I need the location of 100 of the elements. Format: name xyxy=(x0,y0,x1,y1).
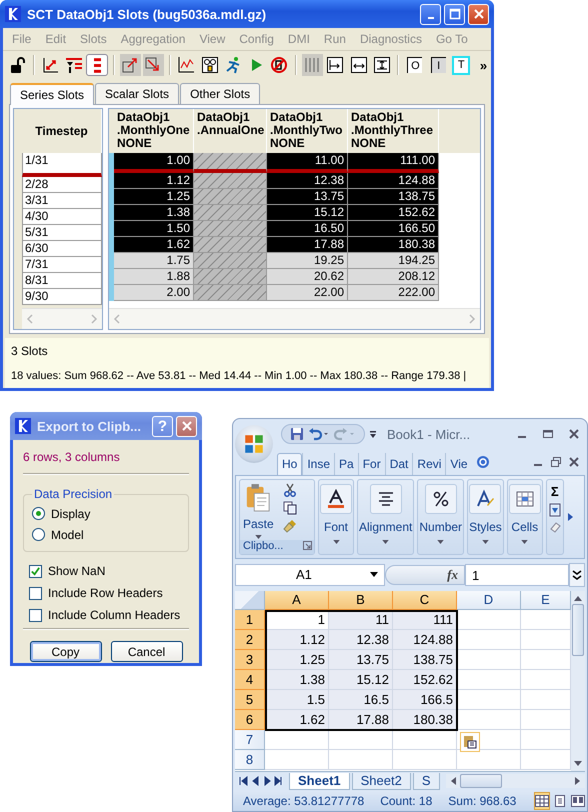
checkbox-option[interactable]: Include Row Headers xyxy=(29,582,189,604)
letter-button[interactable]: T xyxy=(450,54,472,76)
table-cell[interactable]: 222.00 xyxy=(348,285,439,301)
close-button[interactable] xyxy=(176,416,197,436)
table-cell[interactable]: 124.88 xyxy=(348,173,439,189)
table-cell[interactable]: 194.25 xyxy=(348,253,439,269)
table-cell[interactable]: 1.75 xyxy=(114,253,194,269)
scroll-up-icon[interactable] xyxy=(574,594,582,601)
radio-option[interactable]: Display xyxy=(32,503,180,524)
rows-button[interactable] xyxy=(86,54,108,76)
row-header[interactable]: 7/31 xyxy=(22,257,102,273)
insert-function-button[interactable]: fx xyxy=(447,566,458,583)
scroll-down-icon[interactable] xyxy=(574,761,582,768)
styles-button[interactable]: Styles xyxy=(468,480,503,554)
tab[interactable]: Series Slots xyxy=(10,83,94,105)
font-button[interactable]: Font xyxy=(319,480,353,554)
spreadsheet-cell[interactable]: 1.5 xyxy=(265,690,329,710)
scroll-right-icon[interactable] xyxy=(575,777,581,786)
table-cell[interactable]: 152.62 xyxy=(348,205,439,221)
row-header[interactable]: 8 xyxy=(235,750,265,770)
row-header[interactable]: 5 xyxy=(235,690,265,710)
row-header[interactable]: 1 xyxy=(235,610,265,630)
spreadsheet-cell[interactable] xyxy=(265,750,329,770)
expand-icon[interactable] xyxy=(569,562,585,587)
close-button[interactable] xyxy=(468,4,489,24)
name-box[interactable]: A1 xyxy=(235,564,385,586)
customize-dropdown-icon[interactable] xyxy=(369,429,377,439)
checkbox-option[interactable]: Show NaN xyxy=(29,560,189,582)
dialog-button[interactable]: Copy xyxy=(30,641,102,662)
spreadsheet-cell[interactable]: 1.25 xyxy=(265,650,329,670)
column-header[interactable]: D xyxy=(457,590,521,610)
table-cell[interactable]: 111.00 xyxy=(348,153,439,173)
paste-button[interactable]: Paste xyxy=(243,482,274,540)
maximize-button[interactable] xyxy=(444,4,465,24)
row-header[interactable]: 4/30 xyxy=(22,209,102,225)
checkbox[interactable] xyxy=(29,586,42,600)
checkbox-option[interactable]: Include Column Headers xyxy=(29,604,189,626)
table-cell[interactable]: 180.38 xyxy=(348,237,439,253)
row-header[interactable]: 7 xyxy=(235,730,265,750)
row-header[interactable]: 9/30 xyxy=(22,289,102,305)
fit-width-button[interactable] xyxy=(348,54,370,76)
overflow-button[interactable]: » xyxy=(480,58,488,72)
column-header[interactable]: A xyxy=(265,590,329,610)
checkbox[interactable] xyxy=(29,564,42,578)
row-header[interactable]: 5/31 xyxy=(22,225,102,241)
sheet-tab[interactable]: Sheet1 xyxy=(289,772,350,790)
checkbox[interactable] xyxy=(29,608,42,622)
close-button[interactable] xyxy=(567,427,581,441)
spreadsheet-cell[interactable]: 15.12 xyxy=(329,670,393,690)
spreadsheet-cell[interactable]: 1.12 xyxy=(265,630,329,650)
formula-field[interactable]: 1 xyxy=(465,564,569,586)
office-button[interactable] xyxy=(235,425,273,463)
spreadsheet-cell[interactable]: 180.38 xyxy=(393,710,457,730)
ribbon-tab[interactable]: Ho xyxy=(277,452,302,475)
save-icon[interactable] xyxy=(290,427,304,441)
scroll-right-icon[interactable] xyxy=(566,512,573,521)
table-cell[interactable]: 17.88 xyxy=(267,237,348,253)
table-cell[interactable]: 22.00 xyxy=(267,285,348,301)
spreadsheet-cell[interactable]: 12.38 xyxy=(329,630,393,650)
table-cell[interactable]: 2.00 xyxy=(114,285,194,301)
cells-button[interactable]: Cells xyxy=(508,480,542,554)
spreadsheet-cell[interactable]: 124.88 xyxy=(393,630,457,650)
table-cell[interactable]: 1.38 xyxy=(114,205,194,221)
row-header[interactable]: 2 xyxy=(235,630,265,650)
scrollbar[interactable] xyxy=(571,590,585,772)
radio-button[interactable] xyxy=(32,528,45,541)
spreadsheet-cell[interactable]: 13.75 xyxy=(329,650,393,670)
spreadsheet-cell[interactable] xyxy=(457,690,521,710)
spreadsheet-cell[interactable] xyxy=(393,730,457,750)
row-header[interactable]: 4 xyxy=(235,670,265,690)
row-header[interactable]: 6 xyxy=(235,710,265,730)
table-cell[interactable]: 19.25 xyxy=(267,253,348,269)
close-button[interactable] xyxy=(567,454,581,469)
dialog-button[interactable]: Cancel xyxy=(110,641,182,662)
spreadsheet-cell[interactable]: 16.5 xyxy=(329,690,393,710)
spreadsheet-cell[interactable] xyxy=(457,610,521,630)
column-header[interactable]: B xyxy=(329,590,393,610)
table-cell[interactable]: 15.12 xyxy=(267,205,348,221)
tab[interactable]: Scalar Slots xyxy=(95,83,180,104)
column-header[interactable]: E xyxy=(521,590,571,610)
spreadsheet-cell[interactable] xyxy=(457,650,521,670)
scroll-left-icon[interactable] xyxy=(450,777,456,786)
tab[interactable]: Other Slots xyxy=(180,83,260,104)
row-header[interactable]: 3/31 xyxy=(22,193,102,209)
table-cell[interactable]: 11.00 xyxy=(267,153,348,173)
spreadsheet-cell[interactable]: 1.38 xyxy=(265,670,329,690)
maximize-button[interactable] xyxy=(541,427,555,441)
table-cell[interactable]: 1.88 xyxy=(114,269,194,285)
spreadsheet-cell[interactable] xyxy=(265,730,329,750)
table-cell[interactable]: 166.50 xyxy=(348,221,439,237)
table-cell[interactable]: 1.12 xyxy=(114,173,194,189)
help-icon[interactable] xyxy=(476,454,490,469)
table-cell[interactable]: 16.50 xyxy=(267,221,348,237)
alignment-button[interactable]: Alignment xyxy=(358,480,414,554)
sheet-tab[interactable]: S xyxy=(412,772,440,790)
sum-button[interactable]: Σ xyxy=(550,484,559,499)
spreadsheet-cell[interactable] xyxy=(329,730,393,750)
minimize-button[interactable] xyxy=(420,4,441,24)
radio-button[interactable] xyxy=(32,507,45,520)
eraser-icon[interactable] xyxy=(548,520,561,533)
